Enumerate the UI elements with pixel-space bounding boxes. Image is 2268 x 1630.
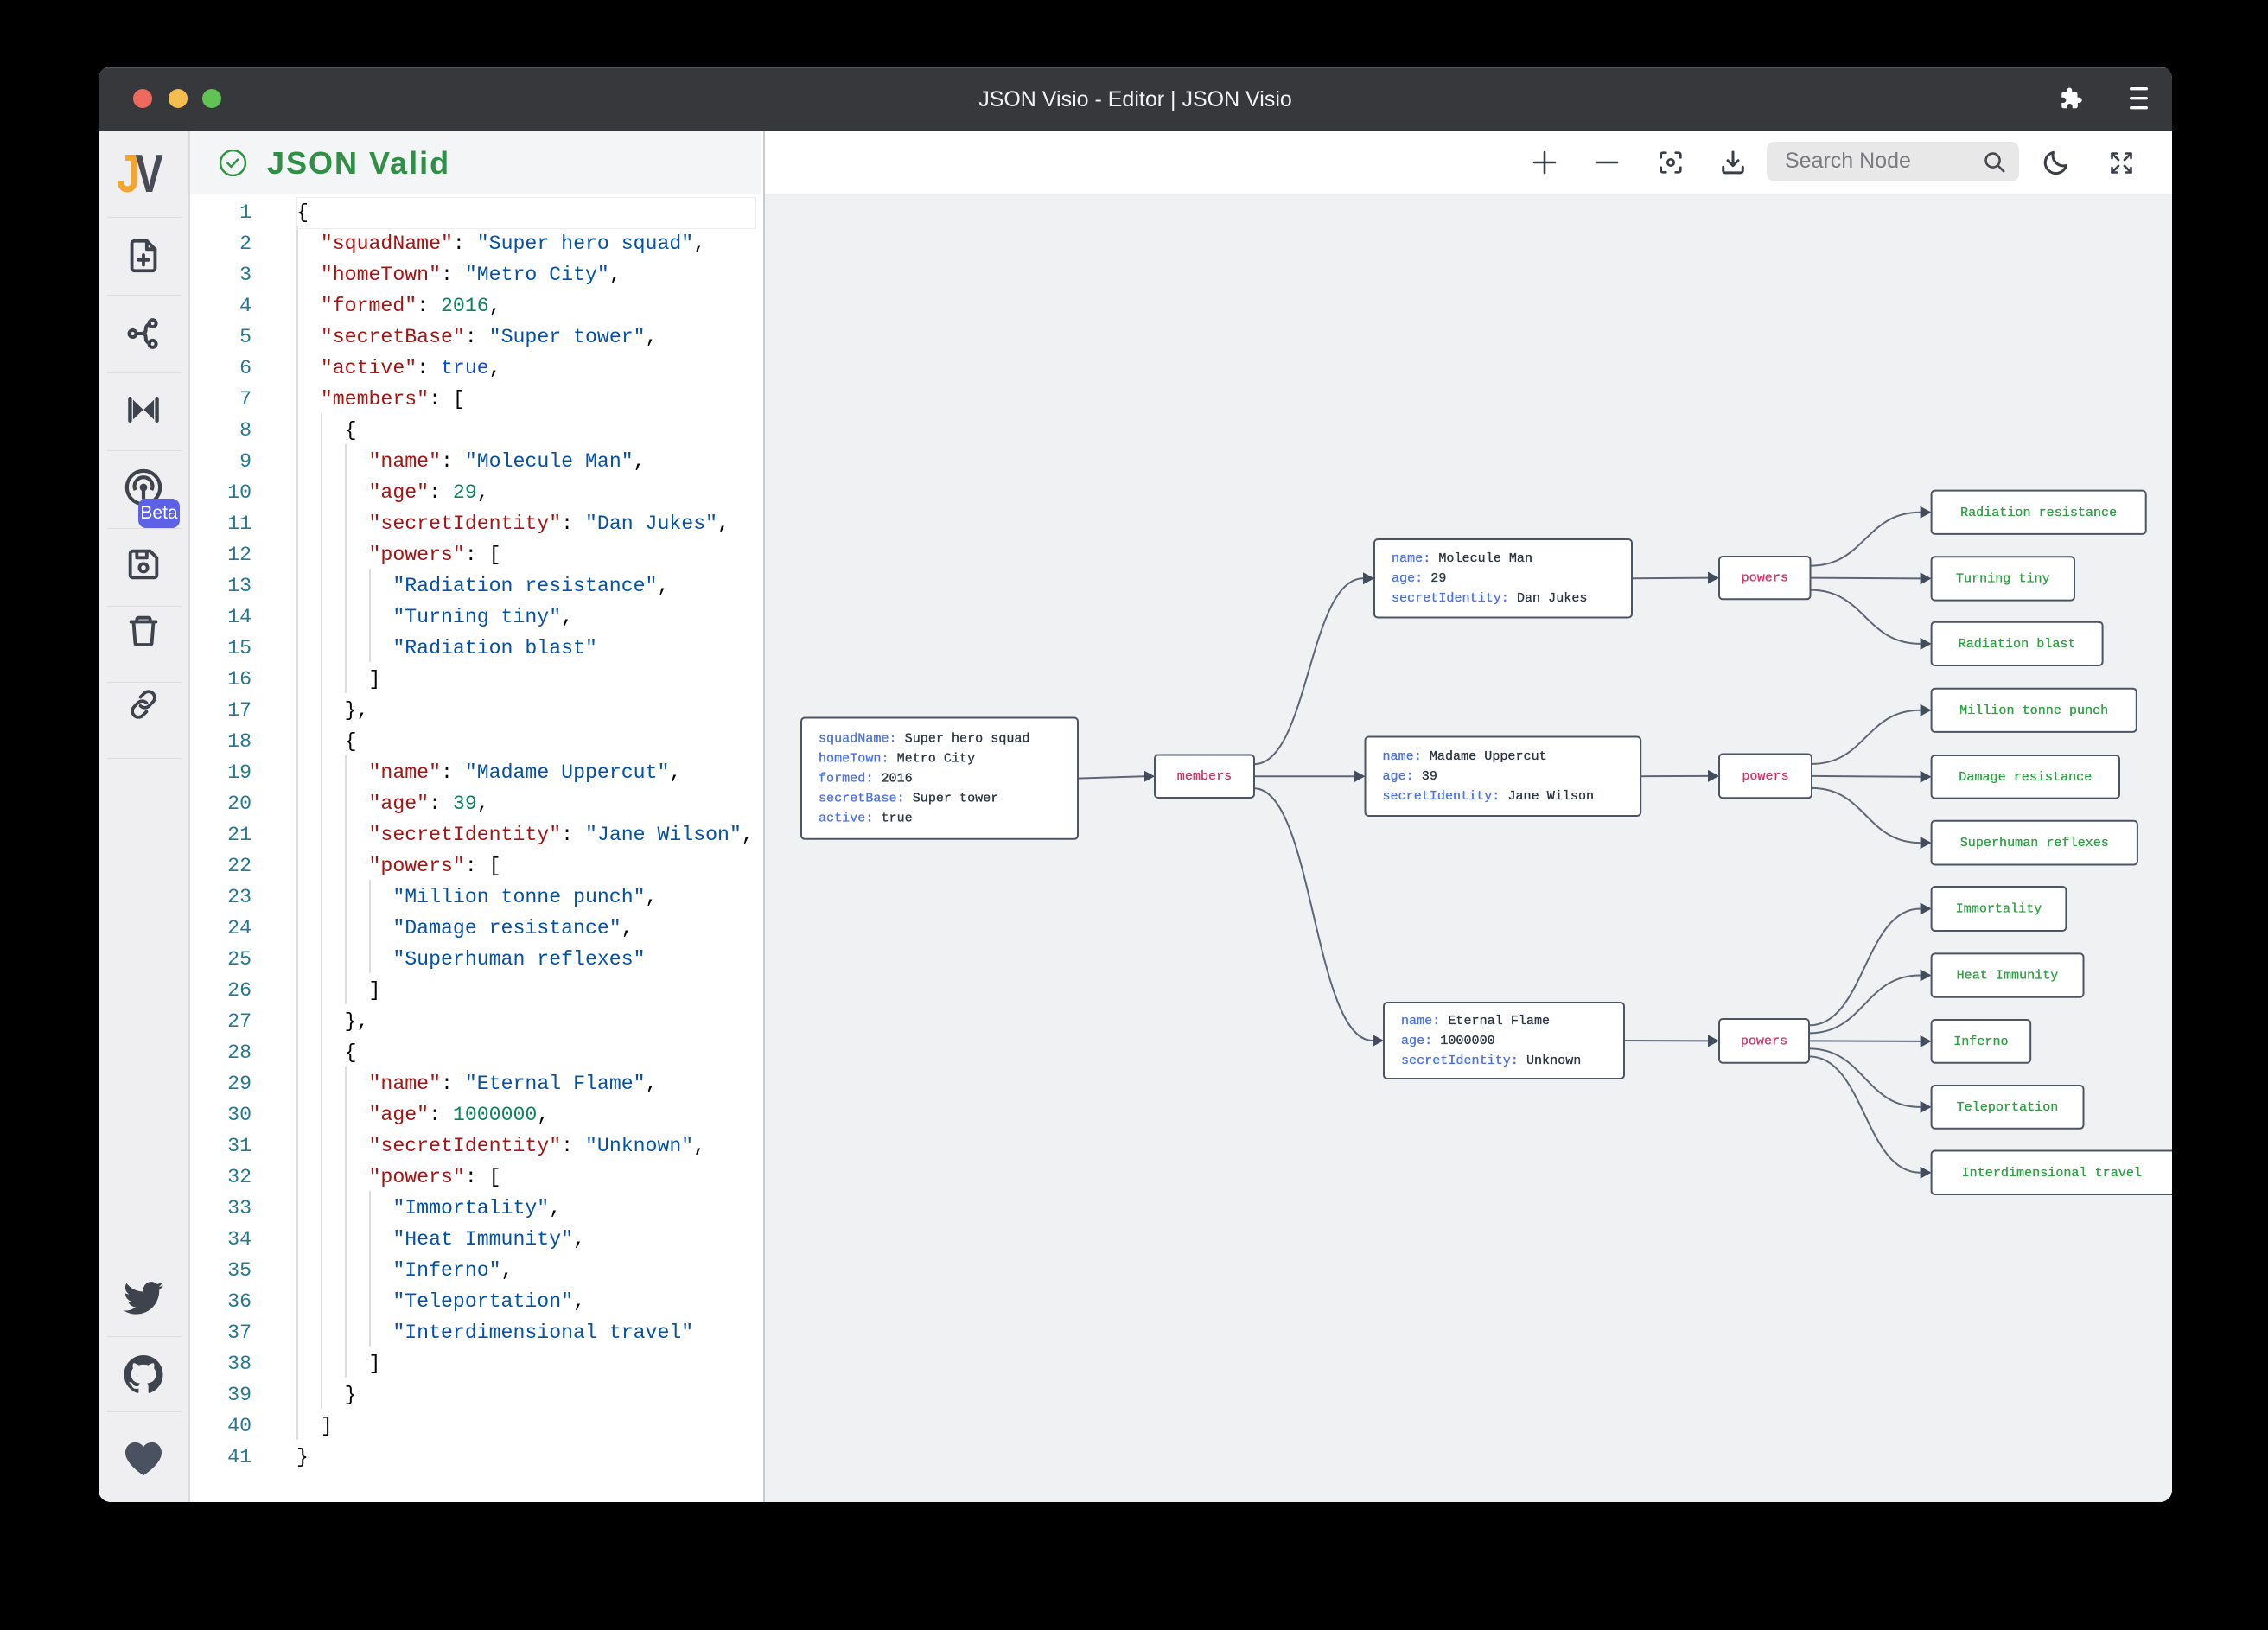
svg-text:powers: powers xyxy=(1742,768,1788,784)
svg-text:age: 39: age: 39 xyxy=(1383,768,1437,784)
svg-text:age: 29: age: 29 xyxy=(1392,570,1446,586)
svg-text:secretIdentity: Jane Wilson: secretIdentity: Jane Wilson xyxy=(1383,788,1595,804)
svg-text:secretBase: Super tower: secretBase: Super tower xyxy=(819,791,998,806)
svg-text:Teleportation: Teleportation xyxy=(1957,1099,2059,1115)
svg-text:secretIdentity: Unknown: secretIdentity: Unknown xyxy=(1401,1053,1581,1068)
svg-text:Radiation resistance: Radiation resistance xyxy=(1960,505,2117,520)
svg-text:homeTown: Metro City: homeTown: Metro City xyxy=(819,751,975,767)
svg-text:Superhuman reflexes: Superhuman reflexes xyxy=(1960,835,2109,850)
svg-text:squadName: Super hero squad: squadName: Super hero squad xyxy=(819,731,1030,747)
svg-text:name: Madame Uppercut: name: Madame Uppercut xyxy=(1383,748,1547,764)
svg-text:secretIdentity: Dan Jukes: secretIdentity: Dan Jukes xyxy=(1392,590,1587,606)
svg-text:name: Molecule Man: name: Molecule Man xyxy=(1392,551,1532,566)
svg-text:Million tonne punch: Million tonne punch xyxy=(1959,703,2108,718)
svg-text:powers: powers xyxy=(1741,1033,1787,1048)
svg-text:Heat Immunity: Heat Immunity xyxy=(1957,968,2059,984)
svg-text:Damage resistance: Damage resistance xyxy=(1959,769,2092,785)
svg-text:powers: powers xyxy=(1742,570,1788,586)
svg-text:members: members xyxy=(1177,768,1232,784)
svg-text:name: Eternal Flame: name: Eternal Flame xyxy=(1401,1013,1550,1028)
svg-text:active: true: active: true xyxy=(819,811,913,826)
svg-text:Inferno: Inferno xyxy=(1953,1034,2008,1049)
svg-text:age: 1000000: age: 1000000 xyxy=(1401,1033,1495,1048)
svg-text:Immortality: Immortality xyxy=(1956,901,2042,917)
svg-text:formed: 2016: formed: 2016 xyxy=(819,771,913,786)
svg-text:Radiation blast: Radiation blast xyxy=(1959,636,2076,652)
svg-text:Interdimensional travel: Interdimensional travel xyxy=(1962,1165,2142,1181)
svg-text:Turning tiny: Turning tiny xyxy=(1956,570,2050,586)
